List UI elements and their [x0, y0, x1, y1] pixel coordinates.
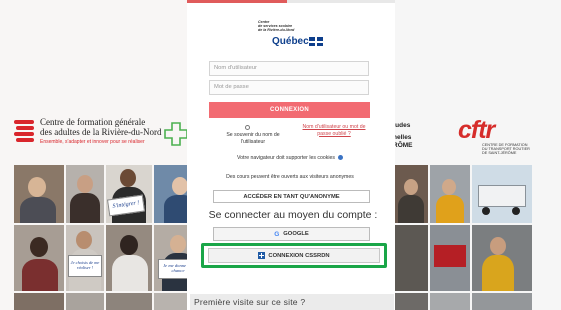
forgot-password-link[interactable]: Nom d'utilisateur ou mot de passe oublié…	[298, 124, 370, 137]
photo	[106, 225, 152, 291]
google-login-label: GOOGLE	[283, 231, 309, 237]
cookies-note: Votre navigateur doit supporter les cook…	[205, 155, 375, 161]
cssron-logo-icon	[258, 252, 266, 259]
cssrdn-login-label: CONNEXION CSSRDN	[268, 252, 330, 259]
cfga-mark-icon	[14, 117, 34, 147]
google-g-icon: G	[274, 230, 280, 238]
photo	[14, 165, 64, 223]
cftr-logo-subtitle: CENTRE DE FORMATION DU TRANSPORT ROUTIER…	[482, 143, 530, 156]
right-text-line: nelles	[393, 134, 412, 141]
right-partial-text: tudes nelles RÔME	[393, 122, 413, 150]
cssrdn-login-button[interactable]: CONNEXION CSSRDN	[208, 248, 380, 263]
photo: Je choisis de me réaliser !	[66, 225, 104, 291]
photo	[14, 293, 64, 310]
google-login-button[interactable]: G GOOGLE	[213, 227, 370, 241]
cfga-name-line1: Centre de formation générale	[40, 117, 146, 127]
right-text-line: RÔME	[393, 142, 413, 149]
photo	[394, 293, 428, 310]
photo	[394, 165, 428, 223]
sso-title: Se connecter au moyen du compte :	[208, 209, 378, 221]
password-input[interactable]: Mot de passe	[209, 80, 369, 95]
green-plus-icon	[164, 122, 188, 146]
cftr-logo: cftr CENTRE DE FORMATION DU TRANSPORT RO…	[458, 118, 548, 158]
remember-label: Se souvenir du nom de l'utilisateur	[226, 132, 280, 145]
left-photo-grid: S'intégrer ! Je choisis de me réaliser !…	[14, 165, 204, 310]
quebec-wordmark: Québec	[272, 36, 309, 47]
remember-checkbox[interactable]	[245, 125, 250, 130]
photo	[472, 225, 532, 291]
cftr-sub-line: DE SAINT-JÉRÔME	[482, 151, 517, 156]
guest-note: Des cours peuvent être ouverts aux visit…	[226, 174, 354, 180]
top-bar-accent	[187, 0, 287, 3]
photo	[430, 165, 470, 223]
photo	[472, 293, 532, 310]
quebec-flag-icon	[309, 37, 323, 46]
photo	[66, 165, 104, 223]
photo	[106, 293, 152, 310]
right-text-line: tudes	[393, 122, 411, 129]
photo: S'intégrer !	[106, 165, 152, 223]
help-icon[interactable]	[338, 155, 344, 161]
guest-access-button[interactable]: ACCÉDER EN TANT QU'ANONYME	[213, 190, 370, 203]
cfga-name-line2: des adultes de la Rivière-du-Nord	[40, 127, 162, 137]
photo	[472, 165, 532, 223]
photo	[14, 225, 64, 291]
photo	[66, 293, 104, 310]
cssrdn-logo: Centre de services scolaire de la Rivièr…	[258, 20, 328, 50]
photo	[430, 293, 470, 310]
org-line: de la Rivière-du-Nord	[258, 28, 295, 32]
cfga-tagline: Ensemble, s'adapter et innover pour se r…	[40, 139, 145, 145]
first-visit-heading: Première visite sur ce site ?	[190, 294, 394, 310]
login-button[interactable]: CONNEXION	[209, 102, 370, 118]
username-input[interactable]: Nom d'utilisateur	[209, 61, 369, 76]
photo	[430, 225, 470, 291]
cftr-logo-word: cftr	[458, 116, 495, 144]
photo	[394, 225, 428, 291]
cookies-note-text: Votre navigateur doit supporter les cook…	[236, 155, 336, 161]
photo-note: Je choisis de me réaliser !	[68, 255, 102, 277]
right-photo-grid	[394, 165, 532, 310]
